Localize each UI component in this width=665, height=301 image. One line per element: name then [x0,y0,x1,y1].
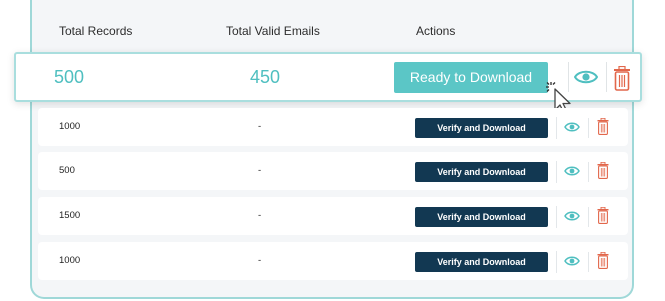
header-actions: Actions [416,24,456,38]
trash-icon[interactable] [597,207,609,224]
divider [588,207,589,227]
header-total-valid-emails: Total Valid Emails [226,24,320,38]
total-records-cell: 1000 [59,121,81,132]
eye-icon[interactable] [564,121,580,133]
eye-icon[interactable] [564,210,580,222]
trash-icon[interactable] [597,252,609,269]
trash-icon[interactable] [597,162,609,179]
eye-icon[interactable] [564,165,580,177]
verify-and-download-button[interactable]: Verify and Download [415,207,548,227]
total-valid-cell: - [258,255,262,266]
total-valid-cell: - [258,121,262,132]
header-total-records: Total Records [59,24,133,38]
ready-to-download-button[interactable]: Ready to Download [394,62,548,93]
table-row: 500 - Verify and Download [38,152,628,190]
verify-and-download-button[interactable]: Verify and Download [415,118,548,138]
total-records-cell: 1000 [59,255,81,266]
verify-and-download-button[interactable]: Verify and Download [415,162,548,182]
table-row: 1000 - Verify and Download [38,242,628,280]
divider [588,118,589,138]
table-row: 1500 - Verify and Download [38,197,628,235]
trash-icon[interactable] [597,118,609,135]
eye-icon[interactable] [564,255,580,267]
divider [556,161,557,183]
divider [556,117,557,139]
divider [556,251,557,273]
divider [588,252,589,272]
divider [588,162,589,182]
verify-and-download-button[interactable]: Verify and Download [415,252,548,272]
highlighted-total-valid: 450 [250,67,281,87]
divider [556,206,557,228]
total-records-cell: 1500 [59,210,81,221]
highlighted-total-records: 500 [54,67,85,87]
total-records-cell: 500 [59,165,75,176]
table-row: 1000 - Verify and Download [38,108,628,146]
trash-icon[interactable] [613,66,631,91]
total-valid-cell: - [258,210,262,221]
total-valid-cell: - [258,165,262,176]
divider [606,62,607,92]
